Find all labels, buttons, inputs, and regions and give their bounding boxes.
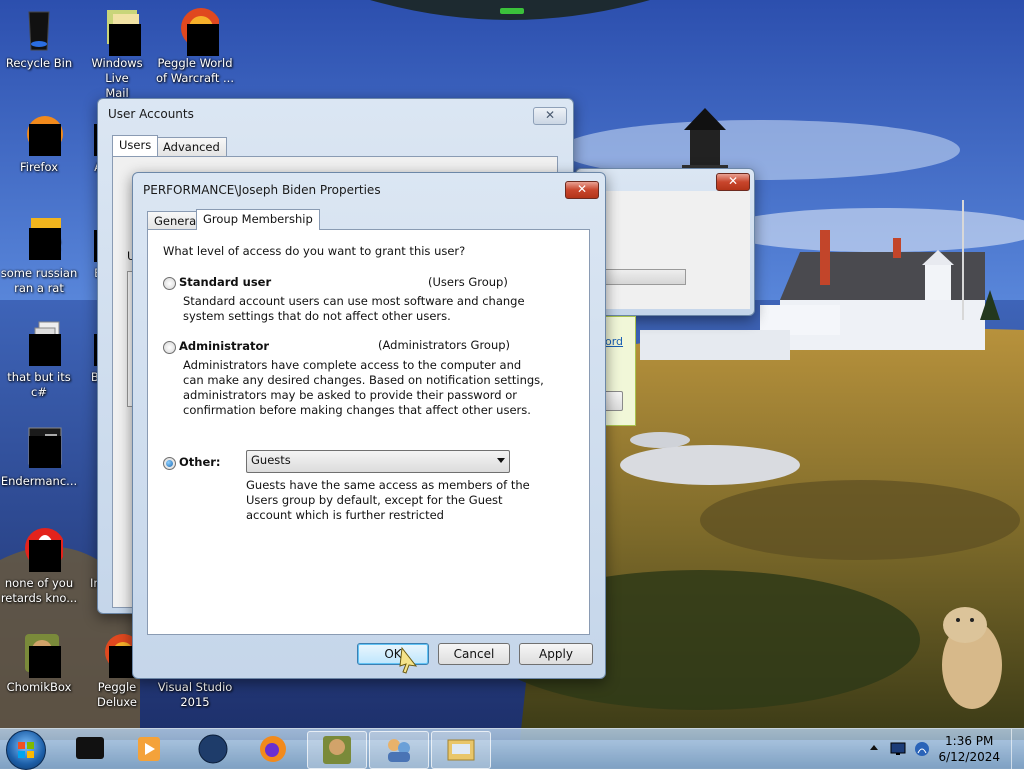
standard-user-radio[interactable]: [163, 277, 176, 290]
icon-label: Endermanc...: [0, 474, 78, 488]
administrator-label[interactable]: Administrator: [179, 339, 269, 354]
other-desc: Guests have the same access as members o…: [246, 478, 530, 492]
progress-field: [604, 269, 686, 285]
dialog-title: PERFORMANCE\Joseph Biden Properties: [143, 183, 381, 197]
recycle-bin-icon: [15, 6, 63, 54]
tab-strip: Users Advanced: [112, 135, 562, 157]
folder-icon: [447, 739, 475, 761]
icon-label: Windows Live Mail: [91, 56, 143, 100]
users-icon: [388, 739, 410, 762]
button-label: Cancel: [453, 647, 495, 661]
start-button[interactable]: [6, 730, 46, 770]
taskbar-chomikbox[interactable]: [307, 731, 367, 769]
standard-user-group: (Users Group): [428, 275, 508, 289]
media-player-icon: [138, 737, 160, 761]
apply-button[interactable]: Apply: [519, 643, 593, 665]
desktop-icon-windows-live-mail[interactable]: Windows Live Mail: [78, 6, 156, 101]
close-button[interactable]: ✕: [533, 107, 567, 125]
network-icon[interactable]: [914, 741, 930, 757]
desktop-icon-chomikbox[interactable]: ChomikBox: [0, 630, 78, 695]
group-membership-panel: What level of access do you want to gran…: [147, 229, 590, 635]
show-desktop-button[interactable]: [1011, 729, 1024, 769]
tab-label: Group Membership: [203, 212, 313, 226]
icon-label: Ins: [52, 576, 107, 591]
close-icon: ✕: [727, 174, 739, 188]
tab-label: Users: [119, 138, 152, 152]
tab-advanced[interactable]: Advanced: [156, 137, 227, 156]
administrator-desc: Administrators have complete access to t…: [183, 358, 522, 372]
desktop-icon-partial-c[interactable]: Bi: [52, 320, 110, 385]
other-radio[interactable]: [163, 457, 176, 470]
taskbar-explorer[interactable]: [431, 731, 491, 769]
desktop-icon-endermanc[interactable]: Endermanc...: [0, 424, 78, 489]
tab-label: Advanced: [163, 140, 220, 154]
group-select-value: Guests: [251, 453, 291, 467]
other-label[interactable]: Other:: [179, 455, 221, 470]
administrator-desc: administrators may be asked to provide t…: [183, 388, 517, 402]
tray-expand-icon[interactable]: [870, 745, 878, 750]
desktop-icon-partial-a[interactable]: A: [52, 110, 110, 175]
close-button[interactable]: ✕: [716, 173, 750, 191]
tab-label: General: [154, 214, 200, 228]
taskbar-user-accounts[interactable]: [369, 731, 429, 769]
link-fragment[interactable]: ord: [605, 335, 623, 348]
icon-label: ChomikBox: [6, 680, 72, 694]
administrator-group: (Administrators Group): [378, 338, 511, 352]
user-properties-dialog[interactable]: PERFORMANCE\Joseph Biden Properties ✕ Ge…: [132, 172, 606, 679]
other-desc: account which is further restricted: [246, 508, 444, 522]
clock-date: 6/12/2024: [938, 750, 1000, 764]
administrator-desc: can make any desired changes. Based on n…: [183, 373, 544, 387]
windows-logo-icon: [18, 742, 34, 758]
chomikbox-icon: [15, 630, 63, 678]
standard-user-desc: Standard account users can use most soft…: [183, 294, 525, 308]
close-icon: ✕: [544, 108, 556, 122]
group-select[interactable]: Guests: [246, 450, 510, 473]
desktop-icon-partial-d[interactable]: Ins: [52, 526, 107, 591]
icon-label: B: [52, 266, 102, 281]
globe-icon: [198, 734, 228, 764]
clock-time: 1:36 PM: [945, 734, 994, 748]
tab-strip: General Group Membership: [147, 209, 597, 231]
desktop-icon-recycle-bin[interactable]: Recycle Bin: [0, 6, 78, 71]
taskbar: 1:36 PM 6/12/2024: [0, 728, 1024, 770]
icon-label: Peggle World of Warcraft ...: [156, 56, 234, 85]
standard-user-label[interactable]: Standard user: [179, 275, 271, 290]
close-icon: ✕: [576, 182, 588, 196]
taskbar-firefox[interactable]: [244, 731, 302, 767]
taskbar-app-1[interactable]: [62, 731, 120, 767]
desktop-icon-partial-b[interactable]: B: [52, 216, 110, 281]
terminal-icon: [15, 424, 63, 472]
desktop-icon-peggle-wow[interactable]: Peggle World of Warcraft ...: [156, 6, 234, 86]
tab-users[interactable]: Users: [112, 135, 159, 156]
mail-icon: [93, 6, 141, 56]
display-icon[interactable]: [890, 742, 906, 756]
icon-label: A: [52, 160, 102, 175]
taskbar-media-player[interactable]: [120, 731, 178, 767]
administrator-desc: confirmation before making changes that …: [183, 403, 531, 417]
other-desc: Users group by default, except for the G…: [246, 493, 503, 507]
black-box-icon: [76, 737, 104, 759]
access-question: What level of access do you want to gran…: [163, 244, 466, 258]
chomikbox-icon: [323, 736, 351, 764]
administrator-radio[interactable]: [163, 341, 176, 354]
standard-user-desc: system settings that do not affect other…: [183, 309, 451, 323]
cancel-button[interactable]: Cancel: [438, 643, 510, 665]
icon-label: Recycle Bin: [5, 56, 73, 70]
firefox-icon: [260, 736, 286, 762]
clock[interactable]: 1:36 PM 6/12/2024: [938, 733, 1000, 765]
chevron-down-icon: [497, 458, 505, 463]
icon-label: Peggle Deluxe: [97, 680, 137, 709]
taskbar-app-globe[interactable]: [184, 731, 242, 767]
mouse-cursor-icon: [399, 646, 418, 674]
window-title: User Accounts: [108, 107, 194, 121]
close-button[interactable]: ✕: [565, 181, 599, 199]
button-label: Apply: [539, 647, 573, 661]
icon-label: Bi: [52, 370, 102, 385]
peggle-icon: [171, 6, 221, 56]
tab-group-membership[interactable]: Group Membership: [196, 209, 320, 230]
icon-label: Visual Studio 2015: [157, 680, 233, 709]
